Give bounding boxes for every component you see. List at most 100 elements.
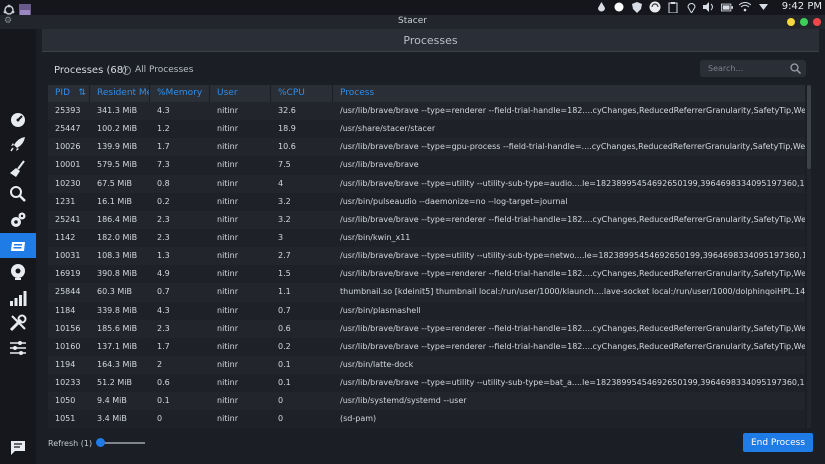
table-row[interactable]: 10156 185.6 MiB 2.3 nitinr 0.6/usr/lib/brave… bbox=[48, 319, 805, 338]
column-header-user[interactable]: User bbox=[210, 85, 271, 102]
cell-memory: 0.1 bbox=[157, 396, 170, 406]
sidebar-item-settings[interactable] bbox=[0, 335, 36, 360]
all-processes-label: All Processes bbox=[135, 65, 194, 75]
cell-process: /usr/lib/brave/brave --type=renderer --f… bbox=[340, 214, 805, 224]
cell-user: nitinr bbox=[217, 269, 239, 279]
table-row[interactable]: 1194 164.3 MiB 2 nitinr 0.1/usr/bin/latte-do… bbox=[48, 355, 805, 375]
shield-icon[interactable] bbox=[631, 1, 643, 13]
table-row[interactable]: 10233 51.2 MiB 0.6 nitinr 0.1/usr/lib/brave/… bbox=[48, 374, 805, 393]
cell-user: nitinr bbox=[217, 196, 239, 206]
table-row[interactable]: 10160 137.1 MiB 1.7 nitinr 0.2/usr/lib/brave… bbox=[48, 337, 805, 356]
table-scrollbar[interactable] bbox=[807, 85, 811, 428]
sidebar-item-uninstaller[interactable] bbox=[0, 259, 36, 284]
cell-process: /usr/bin/plasmashell bbox=[340, 305, 421, 315]
process-count-label: Processes (68) bbox=[54, 65, 128, 76]
table-row[interactable]: 25844 60.3 MiB 0.7 nitinr 1.1 thumbnail.so [k… bbox=[48, 283, 805, 302]
sidebar-item-dashboard[interactable] bbox=[0, 106, 36, 131]
table-row[interactable]: 16919 390.8 MiB 4.9 nitinr 1.5/usr/lib/brave… bbox=[48, 265, 805, 284]
table-row[interactable]: 10001 579.5 MiB 7.3 nitinr 7.5/usr/lib/brave… bbox=[48, 156, 805, 175]
search-icon[interactable] bbox=[790, 63, 801, 74]
column-header-cpu[interactable]: %CPU bbox=[271, 85, 333, 102]
broom-icon bbox=[10, 159, 25, 177]
table-row[interactable]: 25447 100.2 MiB 1.2 nitinr 18.9/usr/share/st… bbox=[48, 120, 805, 139]
column-header-pid[interactable]: PID ⇅ bbox=[48, 85, 90, 102]
cell-pid: 10233 bbox=[55, 378, 81, 388]
cell-user: nitinr bbox=[217, 287, 239, 297]
slider-handle[interactable] bbox=[96, 438, 105, 447]
refresh-slider[interactable] bbox=[96, 438, 145, 447]
cell-cpu: 2.7 bbox=[278, 251, 291, 261]
process-table: PID ⇅ Resident Mer %Memory User %CPU Pro… bbox=[48, 85, 805, 428]
column-header-process[interactable]: Process bbox=[333, 85, 805, 102]
cell-cpu: 0.7 bbox=[278, 305, 291, 315]
window-thumbnail-icon[interactable] bbox=[19, 1, 31, 16]
volume-icon[interactable] bbox=[703, 1, 715, 13]
sidebar-item-resources[interactable] bbox=[0, 285, 36, 310]
cell-process: /usr/lib/brave/brave --type=renderer --f… bbox=[340, 106, 805, 115]
table-row[interactable]: 25393 341.3 MiB 4.3 nitinr 32.6/usr/lib/brav… bbox=[48, 102, 805, 121]
cell-user: nitinr bbox=[217, 341, 239, 351]
cell-memory: 4.3 bbox=[157, 305, 170, 315]
table-row[interactable]: 10026 139.9 MiB 1.7 nitinr 10.6/usr/lib/brav… bbox=[48, 138, 805, 157]
cell-user: nitinr bbox=[217, 124, 239, 134]
cell-resident-memory: 9.4 MiB bbox=[97, 396, 127, 406]
search-box[interactable] bbox=[700, 60, 806, 77]
table-row[interactable]: 1231 16.1 MiB 0.2 nitinr 3.2/usr/bin/pulseau… bbox=[48, 192, 805, 211]
end-process-button[interactable]: End Process bbox=[743, 433, 813, 452]
circle-icon[interactable] bbox=[613, 1, 625, 13]
column-header-memory[interactable]: %Memory bbox=[150, 85, 210, 102]
minimize-button[interactable] bbox=[787, 18, 795, 26]
sidebar-item-startup-apps[interactable] bbox=[0, 131, 36, 156]
sidebar-item-processes[interactable] bbox=[0, 233, 36, 258]
cell-user: nitinr bbox=[217, 214, 239, 224]
cell-pid: 1184 bbox=[55, 305, 76, 315]
cell-memory: 2.3 bbox=[157, 232, 170, 242]
cell-resident-memory: 16.1 MiB bbox=[97, 196, 132, 206]
cell-process: /usr/lib/brave/brave --type=utility --ut… bbox=[340, 378, 805, 388]
table-row[interactable]: 1184 339.8 MiB 4.3 nitinr 0.7/usr/bin/plasma… bbox=[48, 301, 805, 320]
sync-icon[interactable] bbox=[649, 1, 661, 13]
table-row[interactable]: 25241 186.4 MiB 2.3 nitinr 3.2/usr/lib/brave… bbox=[48, 210, 805, 229]
table-row[interactable]: 10031 108.3 MiB 1.3 nitinr 2.7/usr/lib/brave… bbox=[48, 247, 805, 266]
chevron-down-icon[interactable] bbox=[757, 1, 769, 13]
gears-icon bbox=[11, 212, 26, 227]
cell-memory: 1.2 bbox=[157, 124, 170, 134]
close-button[interactable] bbox=[813, 18, 821, 26]
droplet-icon[interactable] bbox=[595, 1, 607, 13]
clipboard-icon[interactable] bbox=[667, 1, 679, 13]
all-processes-toggle[interactable]: ✓ All Processes bbox=[122, 65, 193, 75]
cell-memory: 2.3 bbox=[157, 323, 170, 333]
battery-icon[interactable] bbox=[721, 1, 733, 13]
clock[interactable]: 9:42 PM bbox=[782, 1, 822, 12]
sidebar-item-feedback[interactable] bbox=[0, 435, 36, 460]
sidebar-item-helpers[interactable] bbox=[0, 310, 36, 335]
cell-cpu: 0.2 bbox=[278, 341, 291, 351]
location-icon[interactable] bbox=[685, 1, 697, 13]
table-row[interactable]: 1142 182.0 MiB 2.3 nitinr 3/usr/bin/kwin_x11 bbox=[48, 228, 805, 248]
cell-memory: 7.3 bbox=[157, 160, 170, 170]
window-title-bar: ⚙ Stacer bbox=[0, 15, 825, 29]
cell-resident-memory: 137.1 MiB bbox=[97, 341, 138, 351]
cell-process: /usr/lib/brave/brave --type=renderer --f… bbox=[340, 269, 805, 279]
cell-pid: 10156 bbox=[55, 323, 81, 333]
table-row[interactable]: 1051 3.4 MiB 0 nitinr 0 (sd-pam) bbox=[48, 410, 805, 428]
table-row[interactable]: 10230 67.5 MiB 0.8 nitinr 4/usr/lib/brave/br… bbox=[48, 174, 805, 193]
cell-resident-memory: 186.4 MiB bbox=[97, 214, 138, 224]
scrollbar-thumb[interactable] bbox=[807, 85, 811, 169]
search-input[interactable] bbox=[708, 64, 788, 73]
cell-pid: 10031 bbox=[55, 251, 81, 261]
wifi-icon[interactable] bbox=[739, 1, 751, 13]
cell-resident-memory: 67.5 MiB bbox=[97, 178, 132, 188]
cell-pid: 16919 bbox=[55, 269, 81, 279]
maximize-button[interactable] bbox=[800, 18, 808, 26]
sidebar-item-system-cleaner[interactable] bbox=[0, 156, 36, 181]
cell-process: /usr/lib/brave/brave --type=utility --ut… bbox=[340, 178, 805, 188]
table-row[interactable]: 1050 9.4 MiB 0.1 nitinr 0/usr/lib/systemd/sy… bbox=[48, 392, 805, 411]
sidebar-item-search[interactable] bbox=[0, 181, 36, 206]
table-header: PID ⇅ Resident Mer %Memory User %CPU Pro… bbox=[48, 85, 805, 102]
cell-process: /usr/bin/pulseaudio --daemonize=no --log… bbox=[340, 196, 568, 206]
app-menu-icon[interactable] bbox=[3, 1, 15, 15]
column-header-resident-memory[interactable]: Resident Mer bbox=[90, 85, 150, 102]
sidebar-item-services[interactable] bbox=[0, 207, 36, 232]
cell-cpu: 10.6 bbox=[278, 142, 296, 152]
